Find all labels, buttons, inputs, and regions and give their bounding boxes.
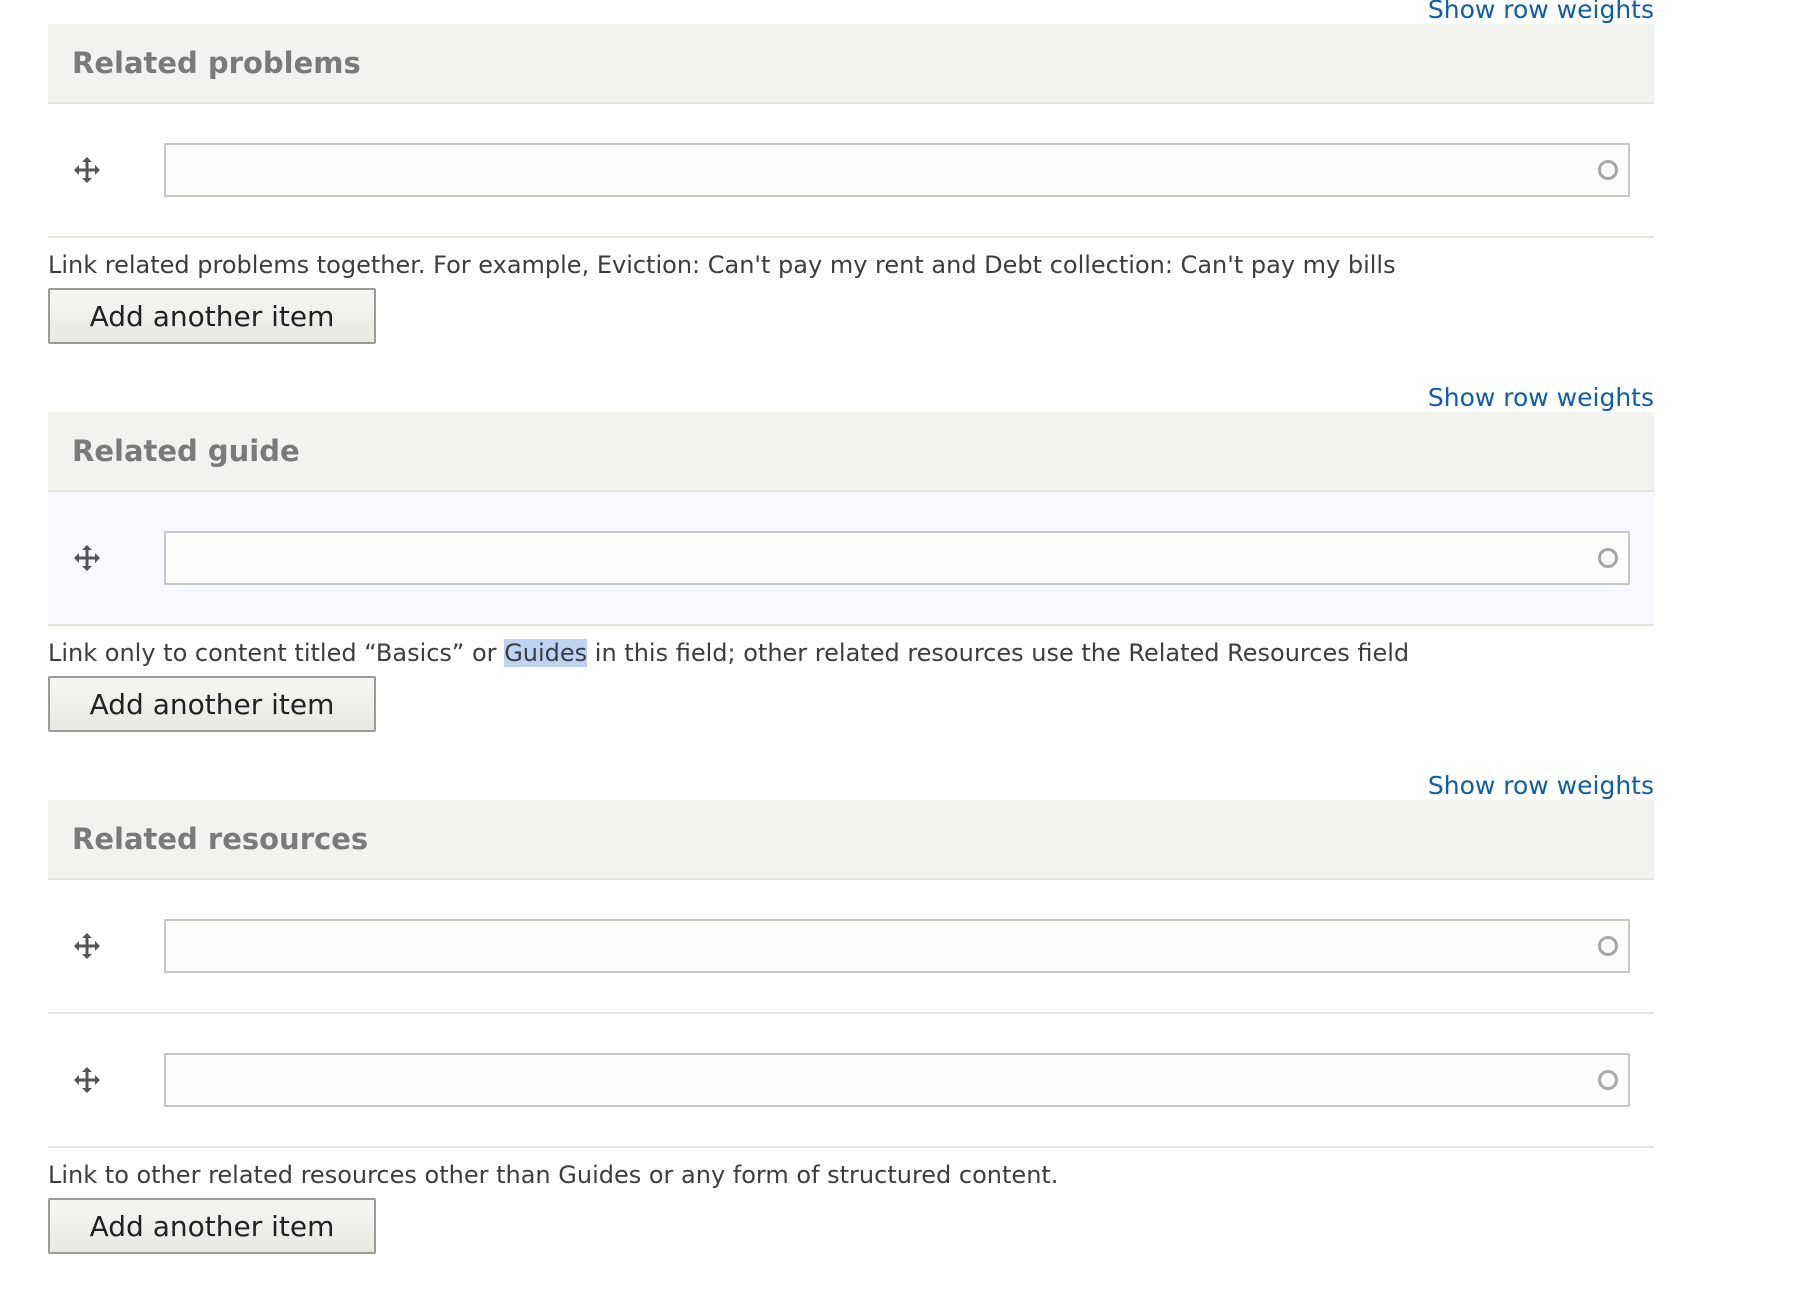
related-guide-section: Show row weights Related guide Link only… [48, 352, 1654, 732]
weights-row: Show row weights [48, 352, 1654, 412]
field-header: Related resources [48, 800, 1654, 880]
show-row-weights-link[interactable]: Show row weights [1428, 0, 1654, 24]
move-arrows-icon[interactable] [72, 543, 102, 573]
table-row [48, 492, 1654, 626]
field-description: Link related problems together. For exam… [48, 251, 1396, 279]
page: Show row weights Related problems Link r… [48, 0, 1654, 1254]
field-header: Related problems [48, 24, 1654, 104]
related-problem-input[interactable] [164, 143, 1630, 197]
throbber-circle-icon [1598, 160, 1618, 180]
description-text: Link only to content titled “Basics” or [48, 639, 505, 667]
throbber-circle-icon [1598, 1070, 1618, 1090]
show-row-weights-link[interactable]: Show row weights [1428, 384, 1654, 412]
move-arrows-icon[interactable] [72, 931, 102, 961]
throbber-circle-icon [1598, 548, 1618, 568]
field-description: Link to other related resources other th… [48, 1161, 1059, 1189]
move-arrows-icon[interactable] [72, 1065, 102, 1095]
show-row-weights-link[interactable]: Show row weights [1428, 772, 1654, 800]
field-title: Related guide [72, 434, 300, 468]
selected-text: Guides [504, 639, 588, 667]
table-row [48, 880, 1654, 1014]
weights-row: Show row weights [48, 740, 1654, 800]
field-title: Related problems [72, 46, 361, 80]
table-row [48, 1014, 1654, 1148]
weights-row: Show row weights [48, 0, 1654, 24]
add-another-item-button[interactable]: Add another item [48, 288, 376, 344]
add-another-item-button[interactable]: Add another item [48, 676, 376, 732]
table-row [48, 104, 1654, 238]
related-problems-section: Show row weights Related problems Link r… [48, 0, 1654, 344]
field-title: Related resources [72, 822, 369, 856]
related-resource-input[interactable] [164, 1053, 1630, 1107]
field-header: Related guide [48, 412, 1654, 492]
throbber-circle-icon [1598, 936, 1618, 956]
related-guide-input[interactable] [164, 531, 1630, 585]
description-text: in this field; other related resources u… [587, 639, 1410, 667]
related-resources-section: Show row weights Related resources Link … [48, 740, 1654, 1254]
related-resource-input[interactable] [164, 919, 1630, 973]
add-another-item-button[interactable]: Add another item [48, 1198, 376, 1254]
field-description: Link only to content titled “Basics” or … [48, 626, 1654, 672]
move-arrows-icon[interactable] [72, 155, 102, 185]
